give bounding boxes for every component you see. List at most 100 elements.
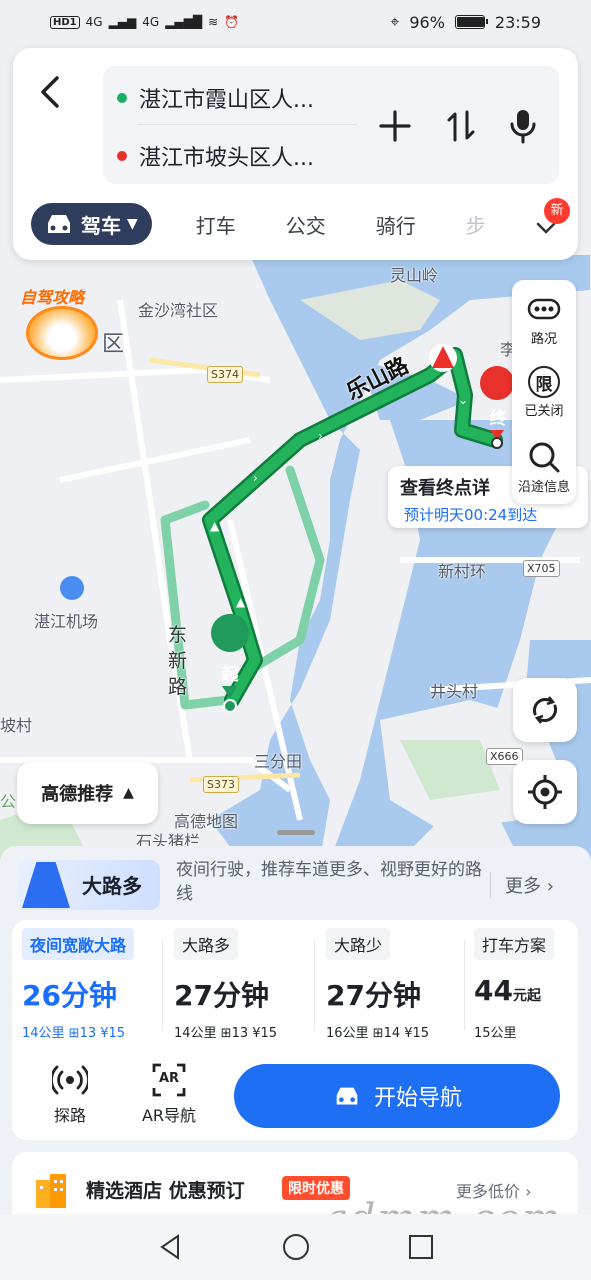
map-label-jinsha: 金沙湾社区 — [138, 301, 219, 320]
travel-mode-tabs: 驾车 ▼ 打车 公交 骑行 步 — [31, 202, 571, 246]
probe-button[interactable]: 探路 — [30, 1058, 110, 1128]
svg-text:⌄: ⌄ — [458, 393, 468, 407]
tip-description: 夜间行驶，推荐车道更多、视野更好的路线 — [176, 860, 482, 904]
taxi-price-suffix: 元起 — [512, 988, 541, 1004]
swap-button[interactable] — [441, 106, 481, 146]
drag-handle[interactable] — [277, 830, 315, 835]
self-drive-guide[interactable]: 自驾攻略 — [20, 284, 106, 362]
tab-bike[interactable]: 骑行 — [376, 210, 416, 239]
taxi-option[interactable]: 打车方案 44元起 15公里 — [468, 924, 574, 1046]
hd-badge: HD1 — [50, 15, 80, 29]
recommend-label: 高德推荐 — [41, 784, 114, 805]
triangle-back-icon — [160, 1234, 179, 1260]
recommend-button[interactable]: 高德推荐 ▲ — [17, 762, 158, 824]
route-divider — [314, 940, 315, 1030]
road-icon — [22, 862, 70, 908]
start-address[interactable]: 湛江市霞山区人... — [139, 82, 314, 114]
probe-label: 探路 — [53, 1106, 86, 1125]
ar-icon-text: AR — [158, 1071, 180, 1086]
map-label-lingshanling: 灵山岭 — [390, 266, 439, 285]
refresh-route-button[interactable] — [513, 678, 577, 742]
tab-drive[interactable]: 驾车 ▼ — [31, 203, 152, 245]
route-tag: 打车方案 — [474, 928, 555, 960]
route-header-card: 湛江市霞山区人... 湛江市坡头区人... 驾车 ▼ 打车 公交 骑行 步 新 — [13, 48, 578, 260]
probe-icon — [50, 1062, 90, 1098]
tip-badge-label: 大路多 — [82, 874, 142, 898]
restriction-button[interactable]: 限 已关闭 — [512, 358, 576, 430]
back-button[interactable] — [35, 70, 67, 114]
nav-recents-button[interactable] — [406, 1232, 436, 1262]
locate-icon — [528, 775, 562, 809]
routes-card: 夜间宽敞大路 26分钟 14公里 ⊞13 ¥15 大路多 27分钟 14公里 ⊞… — [12, 920, 578, 1140]
alarm-icon: ⏰ — [224, 15, 240, 29]
voice-button[interactable] — [503, 106, 543, 146]
car-icon — [336, 1087, 358, 1105]
route-option-3[interactable]: 大路少 27分钟 16公里 ⊞14 ¥15 — [320, 924, 462, 1046]
route-time: 27分钟 — [326, 979, 421, 1012]
plus-icon — [379, 110, 411, 142]
signal-bars-icon: ▂▄▆ — [108, 15, 137, 29]
nav-back-button[interactable] — [156, 1232, 186, 1262]
tip-more-button[interactable]: 更多 › — [490, 872, 554, 898]
start-address-row[interactable]: 湛江市霞山区人... — [117, 82, 314, 114]
ar-nav-label: AR导航 — [141, 1106, 197, 1125]
route-option-2[interactable]: 大路多 27分钟 14公里 ⊞13 ¥15 — [168, 924, 310, 1046]
route-time: 44元起 — [474, 974, 541, 1007]
map-label-airport: 湛江机场 — [34, 612, 99, 631]
nav-home-button[interactable] — [281, 1232, 311, 1262]
svg-text:▲: ▲ — [236, 595, 246, 609]
signal-bars-icon-2: ▂▄▆█ — [165, 15, 203, 29]
start-dot-icon — [117, 93, 127, 103]
tab-walk[interactable]: 步 — [466, 210, 486, 239]
route-tag: 夜间宽敞大路 — [22, 928, 135, 960]
tab-taxi[interactable]: 打车 — [196, 210, 236, 239]
tip-badge: 大路多 — [18, 860, 160, 910]
map-label-jingtou: 井头村 — [430, 682, 479, 701]
map-label-dongxin: 东新路 — [168, 624, 188, 698]
start-navigation-label: 开始导航 — [373, 1086, 462, 1111]
road-tag-s373: S373 — [203, 776, 239, 793]
along-route-button[interactable]: 沿途信息 — [512, 432, 576, 504]
ar-nav-button[interactable]: AR AR导航 — [128, 1058, 210, 1128]
route-divider — [162, 940, 163, 1030]
self-drive-title: 自驾攻略 — [20, 288, 85, 307]
restriction-icon: 限 — [528, 366, 560, 398]
map-tools: 路况 限 已关闭 沿途信息 — [512, 280, 576, 504]
route-tag: 大路多 — [174, 928, 239, 960]
address-divider — [137, 124, 357, 125]
signal-4g-label-2: 4G — [142, 15, 160, 29]
traffic-button[interactable]: 路况 — [512, 284, 576, 356]
start-navigation-button[interactable]: 开始导航 — [234, 1064, 560, 1128]
map-label-sanfentian: 三分田 — [254, 752, 303, 771]
add-waypoint-button[interactable] — [375, 106, 415, 146]
along-route-label: 沿途信息 — [517, 480, 570, 495]
end-address-row[interactable]: 湛江市坡头区人... — [117, 140, 314, 172]
restriction-label: 已关闭 — [524, 404, 564, 419]
ar-icon: AR — [151, 1062, 187, 1098]
tab-bus[interactable]: 公交 — [286, 210, 326, 239]
locate-button[interactable] — [513, 760, 577, 824]
traffic-icon — [527, 292, 561, 326]
route-meta: 15公里 — [474, 1026, 517, 1041]
circle-home-icon — [283, 1234, 309, 1260]
map-label-gong: 公 — [0, 792, 17, 811]
start-marker[interactable]: 起 — [219, 660, 241, 685]
status-bar: HD1 4G ▂▄▆ 4G ▂▄▆█ ≋ ⏰ ⌖ 96% 23:59 — [0, 0, 591, 44]
svg-text:▲: ▲ — [210, 519, 220, 533]
destination-detail-title: 查看终点详 — [400, 478, 490, 499]
wifi-icon: ≋ — [208, 15, 219, 29]
new-badge: 新 — [544, 198, 570, 224]
taxi-price: 44 — [474, 974, 513, 1007]
car-illustration-icon — [26, 306, 98, 360]
traffic-label: 路况 — [530, 332, 557, 347]
end-dot-icon — [117, 151, 127, 161]
end-marker[interactable]: 终 — [487, 404, 509, 429]
battery-percent: 96% — [409, 12, 445, 32]
end-address[interactable]: 湛江市坡头区人... — [139, 140, 314, 172]
route-tip: 大路多 夜间行驶，推荐车道更多、视野更好的路线 更多 › — [18, 856, 580, 916]
square-recents-icon — [409, 1235, 433, 1259]
road-tag-s374: S374 — [207, 366, 243, 383]
map-label-xincun: 新村环 — [438, 562, 487, 581]
caret-down-icon: ▼ — [127, 216, 138, 232]
route-option-1[interactable]: 夜间宽敞大路 26分钟 14公里 ⊞13 ¥15 — [16, 924, 158, 1046]
